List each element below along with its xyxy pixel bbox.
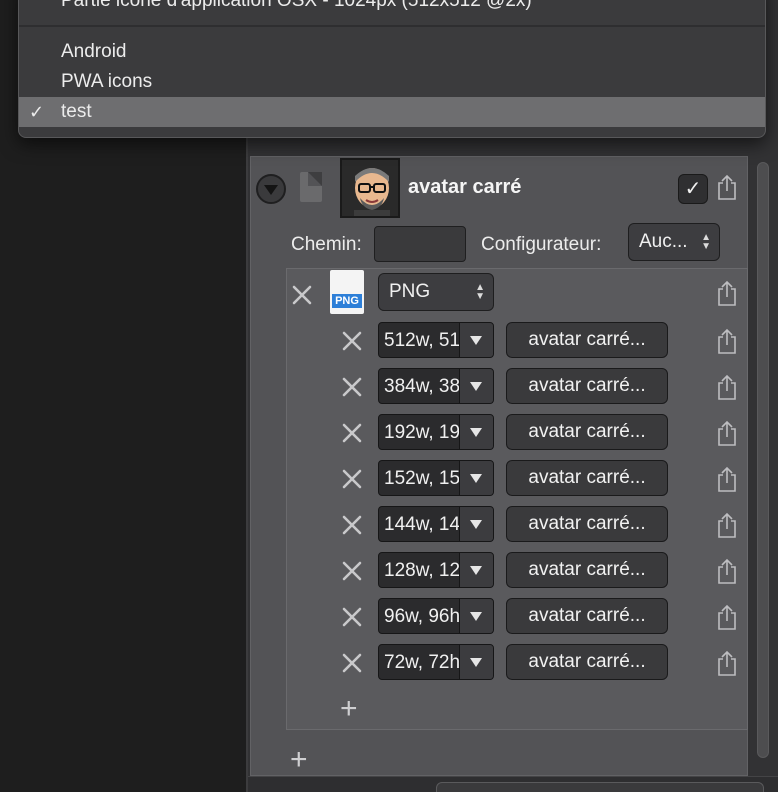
scrollbar-thumb[interactable]	[757, 162, 769, 758]
remove-size-x-icon[interactable]	[341, 422, 363, 444]
asset-title: avatar carré	[408, 176, 522, 198]
checkmark-icon: ✓	[29, 102, 45, 122]
chevron-down-icon[interactable]	[459, 415, 493, 449]
size-value[interactable]: 96w, 96h	[384, 606, 460, 628]
remove-size-x-icon[interactable]	[341, 376, 363, 398]
chevron-down-icon[interactable]	[459, 645, 493, 679]
share-icon[interactable]	[716, 280, 738, 306]
menu-item-label: Android	[61, 41, 127, 62]
share-icon[interactable]	[716, 420, 738, 446]
size-combo[interactable]: 192w, 192h	[378, 414, 494, 450]
share-icon[interactable]	[716, 174, 738, 200]
share-icon[interactable]	[716, 466, 738, 492]
remove-size-x-icon[interactable]	[341, 606, 363, 628]
menu-item-test[interactable]: ✓ test	[19, 97, 765, 127]
share-icon[interactable]	[716, 374, 738, 400]
filename-button[interactable]: avatar carré...	[506, 598, 668, 634]
filename-button[interactable]: avatar carré...	[506, 644, 668, 680]
share-icon[interactable]	[716, 558, 738, 584]
size-value[interactable]: 128w, 128h	[384, 560, 460, 582]
filename-button[interactable]: avatar carré...	[506, 506, 668, 542]
remove-size-x-icon[interactable]	[341, 468, 363, 490]
filename-button[interactable]: avatar carré...	[506, 322, 668, 358]
format-select[interactable]: PNG ▲ ▼	[378, 273, 494, 311]
size-combo[interactable]: 72w, 72h	[378, 644, 494, 680]
stepper-arrows-icon: ▲ ▼	[701, 232, 711, 252]
bottom-export-button[interactable]	[436, 782, 764, 792]
format-value: PNG	[389, 281, 431, 302]
chevron-down-icon[interactable]	[459, 553, 493, 587]
filename-button[interactable]: avatar carré...	[506, 368, 668, 404]
size-combo[interactable]: 128w, 128h	[378, 552, 494, 588]
chevron-down-icon[interactable]	[459, 461, 493, 495]
chevron-down-icon[interactable]	[459, 507, 493, 541]
chevron-down-icon[interactable]	[459, 369, 493, 403]
size-value[interactable]: 512w, 512h	[384, 330, 460, 352]
size-value[interactable]: 72w, 72h	[384, 652, 460, 674]
disclosure-triangle-icon[interactable]	[256, 174, 286, 204]
menu-separator	[19, 25, 765, 27]
size-value[interactable]: 144w, 144h	[384, 514, 460, 536]
remove-size-x-icon[interactable]	[341, 652, 363, 674]
remove-size-x-icon[interactable]	[341, 560, 363, 582]
menu-item-label: PWA icons	[61, 71, 153, 92]
size-combo[interactable]: 96w, 96h	[378, 598, 494, 634]
stepper-arrows-icon: ▲ ▼	[475, 282, 485, 302]
preset-menu: Partie icône d'application OSX - 1024px …	[18, 0, 766, 138]
enabled-checkbox[interactable]: ✓	[678, 174, 708, 204]
png-file-tag: PNG	[332, 294, 362, 308]
remove-size-x-icon[interactable]	[341, 330, 363, 352]
filename-button[interactable]: avatar carré...	[506, 552, 668, 588]
filename-button[interactable]: avatar carré...	[506, 414, 668, 450]
avatar	[340, 158, 400, 218]
chevron-down-icon[interactable]	[459, 323, 493, 357]
size-value[interactable]: 152w, 152h	[384, 468, 460, 490]
remove-size-x-icon[interactable]	[341, 514, 363, 536]
menu-item-android[interactable]: Android	[19, 37, 765, 67]
filename-button[interactable]: avatar carré...	[506, 460, 668, 496]
share-icon[interactable]	[716, 604, 738, 630]
remove-format-x-icon[interactable]	[291, 284, 313, 306]
size-value[interactable]: 192w, 192h	[384, 422, 460, 444]
menu-item-pwa-icons[interactable]: PWA icons	[19, 67, 765, 97]
size-combo[interactable]: 384w, 384h	[378, 368, 494, 404]
size-combo[interactable]: 152w, 152h	[378, 460, 494, 496]
document-icon	[300, 172, 322, 202]
chevron-down-icon[interactable]	[459, 599, 493, 633]
share-icon[interactable]	[716, 650, 738, 676]
configurator-value: Auc...	[639, 231, 688, 252]
size-combo[interactable]: 512w, 512h	[378, 322, 494, 358]
share-icon[interactable]	[716, 328, 738, 354]
path-input[interactable]	[374, 226, 466, 262]
path-label: Chemin:	[291, 234, 362, 255]
share-icon[interactable]	[716, 512, 738, 538]
menu-item-osx-1024[interactable]: Partie icône d'application OSX - 1024px …	[19, 0, 765, 13]
configurator-select[interactable]: Auc... ▲ ▼	[628, 223, 720, 261]
add-format-plus-icon[interactable]: +	[290, 745, 308, 775]
add-size-plus-icon[interactable]: +	[340, 694, 358, 724]
size-combo[interactable]: 144w, 144h	[378, 506, 494, 542]
png-file-icon: PNG	[330, 270, 364, 314]
configurator-label: Configurateur:	[481, 234, 602, 255]
size-value[interactable]: 384w, 384h	[384, 376, 460, 398]
menu-item-label: test	[61, 101, 92, 122]
